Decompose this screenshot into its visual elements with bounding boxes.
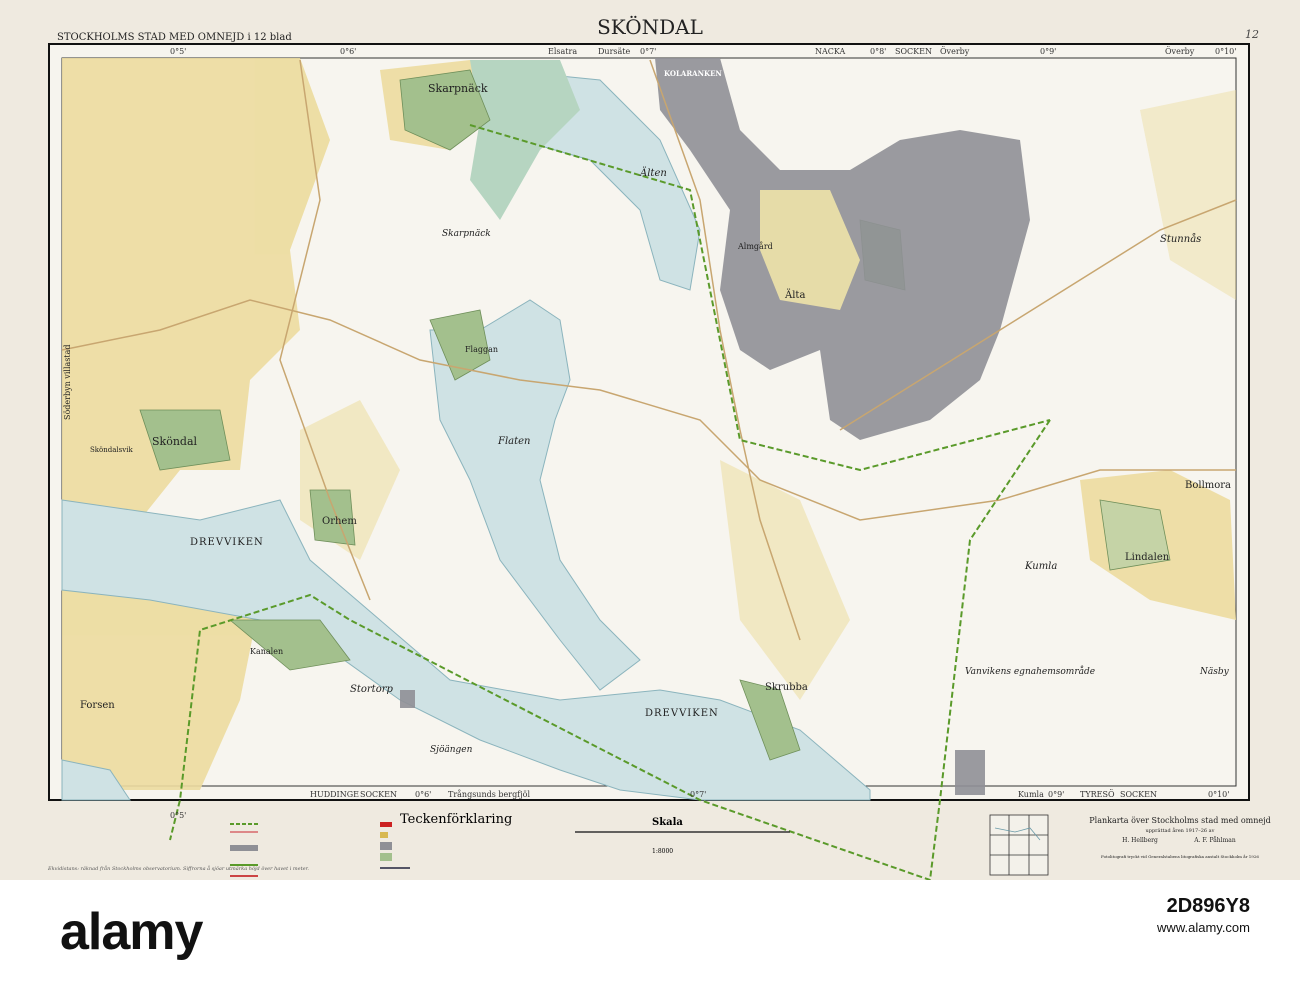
watermark-site: www.alamy.com [1157,920,1250,935]
scale-ratio: 1:8000 [652,848,673,855]
place-label: Sköndal [152,435,198,448]
imprint-title: Plankarta över Stockholms stad med omnej… [1089,816,1271,825]
place-label: Skrubba [765,682,808,693]
place-label: Bollmora [1185,480,1231,491]
place-label: Orhem [322,516,357,527]
frame-label: 0°7' [640,47,656,56]
legend: Teckenförklaring Ekvidistans: räknad frå… [47,812,512,877]
series-title: STOCKHOLMS STAD MED OMNEJD i 12 blad [57,32,292,43]
place-label: Näsby [1199,667,1230,677]
place-label: Älten [639,167,667,179]
place-label: Flaggan [465,345,498,354]
frame-label: 0°10' [1215,47,1236,56]
frame-label: SOCKEN [360,790,397,799]
frame-label: 0°9' [1048,790,1064,799]
place-label: Forsen [80,700,115,711]
imprint: Plankarta över Stockholms stad med omnej… [1089,816,1271,859]
frame-label: NACKA [815,47,846,56]
place-label: Skarpnäck [442,229,491,239]
place-label: Lindalen [1125,552,1170,563]
frame-label: Elsatra [548,47,577,56]
place-label: Skarpnäck [428,82,488,95]
image-id: 2D896Y8 [1166,895,1250,917]
frame-label: Dursäte [598,47,630,56]
imprint-subtitle: upprättad åren 1917–26 av [1146,827,1215,834]
map-sheet: SKÖNDAL STOCKHOLMS STAD MED OMNEJD i 12 … [47,14,1271,880]
place-label: Kumla [1024,561,1057,572]
place-label: Sköndalsvik [90,446,133,454]
place-label: Kanalen [250,647,283,656]
frame-label: 0°5' [170,811,186,820]
frame-label: 0°8' [870,47,886,56]
legend-title: Teckenförklaring [400,812,512,827]
frame-label: 0°7' [690,790,706,799]
imprint-footer: Fotolitografi tryckt vid Generalstabens … [1101,854,1259,859]
frame-label: 0°6' [415,790,431,799]
frame-label: 0°6' [340,47,356,56]
frame-label: Kumla [1018,790,1044,799]
place-label: Söderbyn villastad [63,345,72,421]
frame-label: Överby [940,47,970,56]
index-map [989,814,1049,876]
watermark-bar: alamy 2D896Y8 www.alamy.com [0,880,1300,985]
place-label: Stortorp [350,684,393,695]
watermark-logo: alamy [60,903,203,961]
frame-label: SOCKEN [895,47,932,56]
place-label: Sjöängen [430,745,473,755]
frame-label: 0°5' [170,47,186,56]
place-label: KOLARANKEN [664,69,722,78]
frame-label: 0°10' [1208,790,1229,799]
frame-label: Överby [1165,47,1195,56]
frame-label: Trångsunds bergfjöl [448,790,530,799]
place-label: Stunnås [1160,233,1201,245]
frame-label: 0°9' [1040,47,1056,56]
frame-label: SOCKEN [1120,790,1157,799]
map-title: SKÖNDAL [597,14,703,39]
scale-bar: Skala 1:8000 [575,817,790,855]
scale-title: Skala [652,817,683,828]
imprint-author: A. F. Påhlman [1193,837,1236,844]
place-label: DREVVIKEN [645,708,719,719]
legend-note: Ekvidistans: räknad från Stockholms obse… [47,865,309,872]
place-label: Vanvikens egnahemsområde [965,665,1095,677]
place-label: Älta [784,289,805,301]
sheet-number: 12 [1245,28,1259,41]
watermark-id: 2D896Y8 www.alamy.com [1157,896,1250,938]
frame-label: HUDDINGE [310,790,359,799]
frame-label: TYRESÖ [1080,790,1115,799]
place-label: Flaten [497,436,530,447]
place-label: Almgård [737,242,773,251]
imprint-author: H. Hellberg [1122,837,1158,844]
place-label: DREVVIKEN [190,537,264,548]
